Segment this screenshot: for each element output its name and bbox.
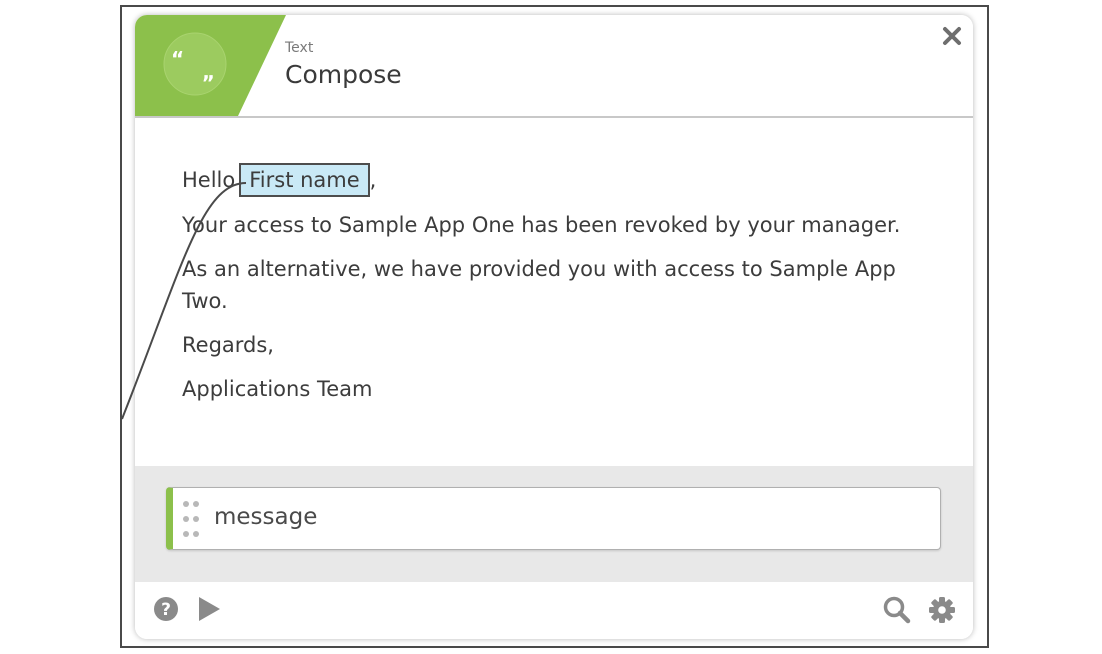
regards-line: Regards, [182,333,274,357]
access-line: Your access to Sample App One has been r… [182,213,901,237]
close-icon[interactable] [941,25,963,47]
output-tray: message [135,466,973,582]
card-header: “ „ Text Compose [135,15,973,118]
compose-card: “ „ Text Compose Hello First name, Your a… [135,15,973,639]
message-output-field[interactable]: message [166,487,941,550]
alternative-line: As an alternative, we have provided you … [182,257,896,313]
gear-icon[interactable] [928,596,956,624]
card-footer: ? [135,582,973,639]
svg-text:„: „ [202,60,215,84]
greeting-prefix: Hello [182,168,236,192]
greeting-suffix: , [369,168,377,192]
header-accent: “ „ [135,15,286,116]
node-type-label: Text [285,40,314,56]
signature-line: Applications Team [182,377,373,401]
play-icon[interactable] [196,596,222,622]
drag-handle-icon[interactable] [183,501,201,537]
node-title: Compose [285,60,402,89]
message-body[interactable]: Hello First name, Your access to Sample A… [182,163,942,417]
app-frame: “ „ Text Compose Hello First name, Your a… [120,5,989,648]
help-icon[interactable]: ? [153,596,179,622]
first-name-token[interactable]: First name [239,163,370,197]
svg-text:?: ? [161,600,171,620]
greeting-line: Hello First name, [182,163,942,197]
output-field-label: message [214,504,318,530]
svg-text:“: “ [171,47,184,71]
search-icon[interactable] [883,596,911,624]
